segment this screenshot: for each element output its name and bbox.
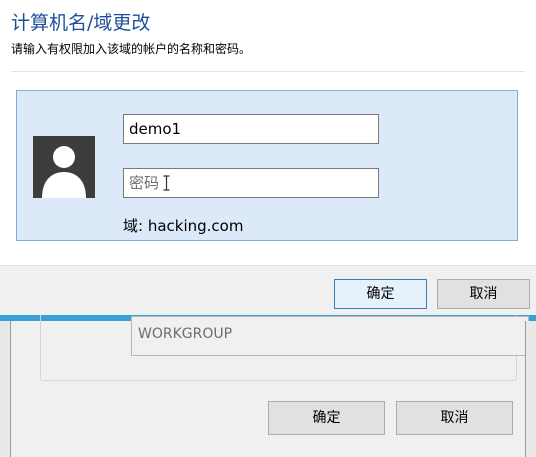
divider	[11, 71, 525, 72]
password-field[interactable]: 密码	[123, 168, 379, 198]
dialog-button-bar: 确定 取消	[0, 265, 536, 315]
credential-dialog: 计算机名/域更改 请输入有权限加入该域的帐户的名称和密码。 demo1 密码 域…	[0, 0, 536, 268]
dialog-subtitle: 请输入有权限加入该域的帐户的名称和密码。	[11, 42, 252, 56]
cancel-button[interactable]: 取消	[437, 279, 530, 309]
window-frame-right	[525, 321, 536, 457]
member-of-group: WORKGROUP	[40, 315, 529, 381]
username-field[interactable]: demo1	[123, 114, 379, 144]
background-cancel-button[interactable]: 取消	[396, 401, 513, 435]
text-cursor-icon	[163, 172, 170, 200]
password-placeholder: 密码	[129, 174, 160, 192]
domain-label: 域: hacking.com	[123, 217, 244, 235]
background-ok-button[interactable]: 确定	[268, 401, 385, 435]
dialog-title: 计算机名/域更改	[11, 12, 151, 34]
window-frame-left	[0, 321, 11, 457]
user-avatar-icon	[33, 136, 95, 198]
background-window: WORKGROUP 确定 取消	[0, 315, 536, 457]
ok-button[interactable]: 确定	[334, 279, 427, 309]
workgroup-field[interactable]: WORKGROUP	[131, 316, 529, 356]
credential-panel: demo1 密码 域: hacking.com	[16, 90, 518, 241]
